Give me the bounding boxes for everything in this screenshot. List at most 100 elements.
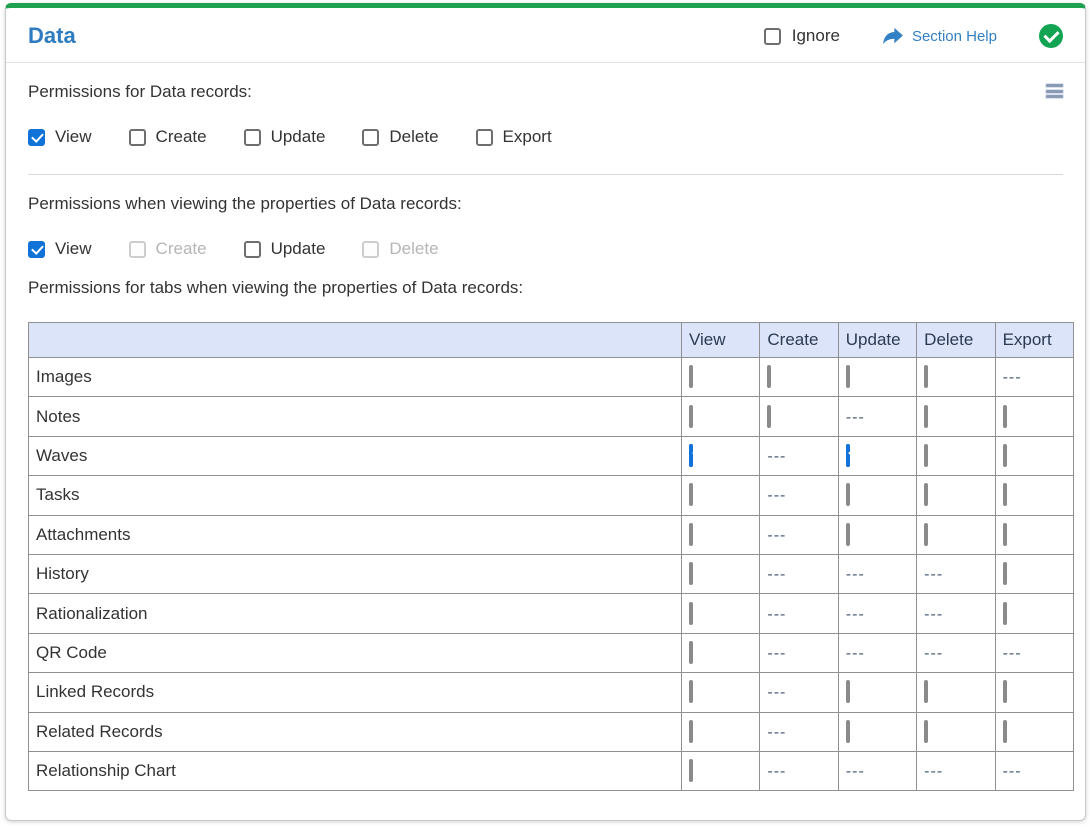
cell-attachments-view[interactable] (680, 514, 761, 555)
cell-waves-update[interactable] (837, 435, 918, 477)
cell-linked-records-update[interactable] (837, 672, 918, 713)
table-checkbox[interactable] (689, 483, 693, 507)
cell-attachments-export[interactable] (994, 514, 1074, 555)
ignore-checkbox-group[interactable]: Ignore (763, 26, 840, 46)
cell-waves-create: --- (759, 435, 839, 477)
cell-notes-delete[interactable] (916, 396, 996, 437)
permission-checkbox-create[interactable]: Create (128, 127, 207, 147)
view-checkbox[interactable] (28, 128, 45, 146)
cell-images-view[interactable] (680, 356, 761, 398)
table-checkbox[interactable] (689, 601, 693, 625)
table-checkbox[interactable] (767, 404, 772, 428)
table-checkbox[interactable] (924, 404, 929, 428)
table-checkbox[interactable] (924, 483, 929, 507)
cell-images-create[interactable] (759, 356, 839, 398)
table-checkbox[interactable] (689, 680, 693, 704)
cell-tasks-update[interactable] (837, 475, 918, 516)
row-label: Linked Records (28, 672, 682, 713)
table-checkbox[interactable] (1002, 443, 1007, 467)
cell-notes-create[interactable] (759, 396, 839, 437)
menu-icon[interactable] (1046, 84, 1063, 101)
table-checkbox[interactable] (689, 640, 693, 664)
cell-notes-export[interactable] (994, 396, 1074, 437)
cell-linked-records-export[interactable] (994, 672, 1074, 713)
permission-checkbox-update[interactable]: Update (243, 239, 325, 259)
cell-related-records-delete[interactable] (916, 711, 996, 752)
table-checkbox[interactable] (1002, 483, 1007, 507)
create-checkbox-label: Create (155, 239, 207, 258)
table-checkbox[interactable] (845, 522, 850, 546)
update-checkbox[interactable] (243, 128, 261, 146)
permission-checkbox-view[interactable]: View (28, 127, 92, 147)
table-checkbox[interactable] (924, 719, 929, 743)
permission-checkbox-view[interactable]: View (28, 239, 92, 259)
section-help-link[interactable]: Section Help (882, 27, 997, 45)
permission-checkbox-delete[interactable]: Delete (362, 127, 439, 147)
table-checkbox[interactable] (924, 365, 929, 389)
not-applicable-dash: --- (767, 723, 787, 741)
view-checkbox[interactable] (28, 240, 45, 258)
table-checkbox[interactable] (689, 443, 693, 467)
table-checkbox[interactable] (1002, 522, 1007, 546)
cell-linked-records-delete[interactable] (916, 672, 996, 713)
cell-images-update[interactable] (837, 356, 918, 398)
table-checkbox[interactable] (845, 680, 850, 704)
cell-tasks-view[interactable] (680, 475, 761, 516)
permission-checkbox-update[interactable]: Update (243, 127, 326, 147)
table-checkbox[interactable] (689, 759, 693, 783)
ignore-checkbox[interactable] (763, 27, 781, 45)
delete-checkbox[interactable] (362, 128, 380, 146)
table-checkbox[interactable] (845, 483, 850, 507)
cell-rationalization-view[interactable] (680, 593, 761, 634)
cell-history-create: --- (759, 553, 839, 595)
table-checkbox[interactable] (924, 680, 929, 704)
cell-history-view[interactable] (680, 553, 761, 595)
cell-images-delete[interactable] (916, 356, 996, 398)
records-permissions-label: Permissions for Data records: (28, 82, 252, 101)
table-checkbox[interactable] (689, 365, 693, 389)
table-checkbox[interactable] (845, 719, 850, 743)
table-checkbox[interactable] (924, 522, 929, 546)
table-checkbox[interactable] (767, 365, 772, 389)
update-checkbox-label: Update (270, 127, 326, 146)
cell-related-records-export[interactable] (994, 711, 1074, 752)
cell-notes-view[interactable] (680, 396, 761, 437)
create-checkbox[interactable] (128, 128, 146, 146)
cell-tasks-export[interactable] (994, 475, 1074, 516)
table-checkbox[interactable] (689, 404, 693, 428)
table-checkbox[interactable] (1002, 601, 1007, 625)
table-checkbox[interactable] (845, 443, 850, 467)
not-applicable-dash: --- (767, 487, 787, 505)
table-checkbox[interactable] (1002, 680, 1007, 704)
table-checkbox[interactable] (1002, 562, 1007, 586)
export-checkbox[interactable] (475, 128, 493, 146)
update-checkbox[interactable] (243, 240, 261, 258)
row-label: Rationalization (28, 593, 682, 634)
cell-related-records-view[interactable] (680, 711, 761, 752)
row-label: Notes (28, 396, 682, 437)
permission-checkbox-export[interactable]: Export (475, 127, 552, 147)
cell-attachments-update[interactable] (837, 514, 918, 555)
cell-waves-export[interactable] (994, 435, 1074, 477)
table-checkbox[interactable] (924, 443, 929, 467)
cell-linked-records-view[interactable] (680, 672, 761, 713)
table-checkbox[interactable] (689, 562, 693, 586)
cell-attachments-delete[interactable] (916, 514, 996, 555)
cell-related-records-update[interactable] (837, 711, 918, 752)
cell-rationalization-export[interactable] (994, 593, 1074, 634)
not-applicable-dash: --- (924, 763, 944, 781)
not-applicable-dash: --- (845, 605, 865, 623)
cell-tasks-delete[interactable] (916, 475, 996, 516)
table-checkbox[interactable] (1002, 719, 1007, 743)
cell-history-export[interactable] (994, 553, 1074, 595)
cell-related-records-create: --- (759, 711, 839, 752)
cell-waves-delete[interactable] (916, 435, 996, 477)
table-checkbox[interactable] (689, 522, 693, 546)
cell-qr-code-view[interactable] (680, 632, 761, 674)
cell-relationship-chart-view[interactable] (680, 750, 761, 792)
cell-waves-view[interactable] (680, 435, 761, 477)
table-header-update: Update (837, 322, 918, 358)
table-checkbox[interactable] (689, 719, 693, 743)
table-checkbox[interactable] (845, 365, 850, 389)
table-checkbox[interactable] (1002, 404, 1007, 428)
